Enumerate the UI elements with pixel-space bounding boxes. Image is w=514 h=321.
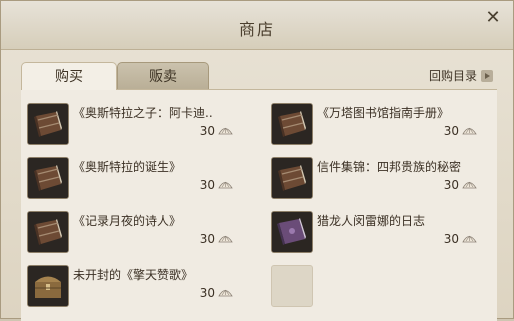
shop-item[interactable]: 《记录月夜的诗人》 30 — [21, 208, 241, 253]
brown-book-icon — [271, 103, 313, 145]
shop-item[interactable]: 未开封的《擎天赞歌》 30 — [21, 262, 241, 307]
price-value: 30 — [443, 232, 459, 246]
shell-currency-icon — [218, 181, 233, 189]
title-bar: 商店 ✕ — [1, 1, 513, 50]
shop-item[interactable]: 猎龙人闵雷娜的日志 30 — [265, 208, 485, 253]
shop-item[interactable]: 《奥斯特拉之子：阿卡迪.. 30 — [21, 100, 241, 145]
shell-currency-icon — [462, 181, 477, 189]
item-price: 30 — [444, 232, 477, 246]
item-price: 30 — [200, 124, 233, 138]
tab-sell[interactable]: 贩卖 — [117, 62, 209, 90]
item-name: 信件集锦：四邦贵族的秘密 — [317, 160, 462, 174]
shop-item[interactable]: 信件集锦：四邦贵族的秘密 30 — [265, 154, 485, 199]
item-list: 《奥斯特拉之子：阿卡迪.. 30 《万塔图书馆指南手册》 30 《奥斯特拉的诞生… — [21, 89, 497, 321]
shell-currency-icon — [218, 235, 233, 243]
shell-currency-icon — [462, 235, 477, 243]
brown-book-icon — [27, 103, 69, 145]
item-price: 30 — [444, 124, 477, 138]
item-name: 《奥斯特拉的诞生》 — [73, 160, 182, 174]
item-price: 30 — [444, 178, 477, 192]
item-price: 30 — [200, 232, 233, 246]
shell-currency-icon — [218, 289, 233, 297]
item-price: 30 — [200, 178, 233, 192]
shop-item[interactable]: 《万塔图书馆指南手册》 30 — [265, 100, 485, 145]
shop-item[interactable]: 《奥斯特拉的诞生》 30 — [21, 154, 241, 199]
item-name: 《奥斯特拉之子：阿卡迪.. — [73, 106, 213, 120]
window-title: 商店 — [238, 20, 275, 39]
price-value: 30 — [199, 124, 215, 138]
brown-book-icon — [27, 157, 69, 199]
shop-window: 商店 ✕ 购买 贩卖 回购目录 《奥斯特拉之子：阿卡迪.. 30 《万塔图书馆指… — [0, 0, 514, 321]
tab-buy[interactable]: 购买 — [21, 62, 117, 90]
shell-currency-icon — [218, 127, 233, 135]
item-name: 《万塔图书馆指南手册》 — [317, 106, 450, 120]
brown-book-icon — [27, 211, 69, 253]
shell-currency-icon — [462, 127, 477, 135]
item-price: 30 — [200, 286, 233, 300]
price-value: 30 — [199, 178, 215, 192]
empty-item-slot — [271, 265, 313, 307]
close-icon[interactable]: ✕ — [483, 8, 503, 28]
purple-book-icon — [271, 211, 313, 253]
price-value: 30 — [443, 124, 459, 138]
treasure-chest-icon — [27, 265, 69, 307]
price-value: 30 — [199, 286, 215, 300]
brown-book-icon — [271, 157, 313, 199]
item-name: 《记录月夜的诗人》 — [73, 214, 182, 228]
price-value: 30 — [443, 178, 459, 192]
repurchase-button[interactable]: 回购目录 — [429, 67, 493, 84]
item-name: 未开封的《擎天赞歌》 — [73, 268, 194, 282]
item-name: 猎龙人闵雷娜的日志 — [317, 214, 426, 228]
price-value: 30 — [199, 232, 215, 246]
arrow-right-icon — [481, 69, 493, 82]
repurchase-label: 回购目录 — [428, 69, 477, 83]
